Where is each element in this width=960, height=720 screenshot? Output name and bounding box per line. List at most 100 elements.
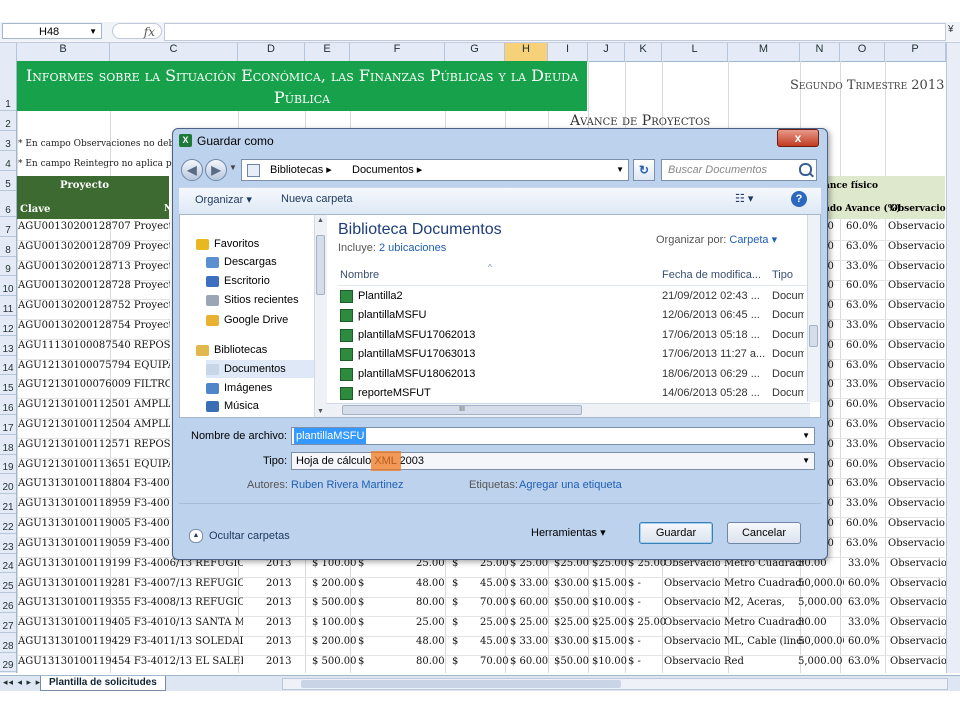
row-header[interactable]: 21 [0,494,16,514]
row-header[interactable]: 29 [0,653,16,673]
nav-item-favoritos[interactable]: Favoritos [196,235,326,253]
address-bar[interactable]: Bibliotecas ▸ Documentos ▸ ▼ [241,159,629,181]
row-header[interactable]: 10 [0,276,16,297]
column-name[interactable]: Nombre [340,269,379,281]
column-date[interactable]: Fecha de modifica... [662,269,761,281]
nav-item-descargas[interactable]: Descargas [206,253,326,271]
forward-arrow-icon[interactable]: ▶ [205,159,227,181]
column-header[interactable]: G [445,43,505,61]
column-header[interactable]: B [17,43,110,61]
row-header[interactable]: 3 [0,131,16,151]
nav-item-bibliotecas[interactable]: Bibliotecas [196,341,326,359]
scroll-thumb[interactable] [809,325,818,347]
column-header[interactable]: P [885,43,946,61]
scroll-thumb[interactable]: III [342,405,582,415]
row-header[interactable]: 6 [0,191,16,217]
help-icon[interactable]: ? [791,191,807,207]
file-row[interactable]: plantillaMSFU17062013 17/06/2013 05:18 ..… [338,326,808,345]
filename-input[interactable]: plantillaMSFU ▼ [291,427,815,445]
row-header[interactable]: 8 [0,237,16,257]
refresh-icon[interactable]: ↻ [633,159,655,181]
file-row[interactable]: plantillaMSFU 12/06/2013 06:45 ... Docum [338,306,808,325]
nav-scrollbar[interactable]: ▲ ▼ [314,215,327,417]
hide-folders-button[interactable]: ▲ Ocultar carpetas [189,529,290,543]
column-header[interactable]: O [840,43,885,61]
column-header[interactable]: H [505,43,548,61]
expand-formula-icon[interactable]: ¥ [948,24,958,38]
column-header[interactable]: E [305,43,350,61]
column-header[interactable]: J [588,43,625,61]
row-header[interactable]: 14 [0,356,16,376]
nav-item-google-drive[interactable]: Google Drive [206,311,326,329]
row-header[interactable]: 20 [0,474,16,495]
column-header[interactable]: F [350,43,445,61]
view-options-icon[interactable]: ☷ ▾ [735,192,753,205]
tools-button[interactable]: Herramientas ▾ [531,526,606,539]
chevron-down-icon[interactable]: ▼ [802,428,810,444]
search-icon[interactable] [799,163,812,176]
row-header[interactable]: 17 [0,415,16,435]
authors-value[interactable]: Ruben Rivera Martinez [291,479,404,491]
file-list-hscrollbar[interactable]: III [326,403,810,417]
scroll-up-icon[interactable]: ▲ [317,217,324,224]
nav-item-sitios-recientes[interactable]: Sitios recientes [206,291,326,309]
column-header[interactable] [0,43,17,61]
file-row[interactable]: plantillaMSFU17063013 17/06/2013 11:27 a.… [338,345,808,364]
column-header[interactable]: M [728,43,800,61]
row-header[interactable]: 12 [0,316,16,336]
chevron-down-icon[interactable]: ▼ [802,453,810,469]
row-header[interactable]: 19 [0,455,16,475]
scroll-thumb[interactable] [301,680,621,688]
nav-item-imágenes[interactable]: Imágenes [206,379,326,397]
formula-input[interactable] [164,23,946,41]
scroll-thumb[interactable] [316,235,325,295]
organize-button[interactable]: Organizar ▾ [195,193,252,206]
column-header[interactable]: I [548,43,588,61]
vertical-scrollbar[interactable] [946,43,960,673]
scroll-down-icon[interactable]: ▼ [317,408,324,415]
chevron-down-icon[interactable]: ▼ [89,24,97,40]
row-header[interactable]: 28 [0,633,16,653]
breadcrumb-documentos[interactable]: Documentos ▸ [352,160,422,180]
breadcrumb-bibliotecas[interactable]: Bibliotecas ▸ [270,160,332,180]
sheet-tab[interactable]: Plantilla de solicitudes [40,676,166,691]
recent-locations-chevron-icon[interactable]: ▼ [229,163,237,172]
column-type[interactable]: Tipo [772,269,793,281]
nav-item-música[interactable]: Música [206,397,326,415]
organize-by-dropdown[interactable]: Carpeta ▾ [729,234,777,246]
tags-value[interactable]: Agregar una etiqueta [519,479,622,491]
new-folder-button[interactable]: Nueva carpeta [281,193,353,205]
nav-item-documentos[interactable]: Documentos [206,360,326,378]
row-header[interactable]: 11 [0,296,16,316]
column-header[interactable]: K [625,43,662,61]
column-header[interactable]: C [110,43,238,61]
row-header[interactable]: 13 [0,336,16,356]
file-list-scrollbar[interactable] [807,215,820,402]
row-header[interactable]: 27 [0,613,16,633]
column-header[interactable]: D [238,43,305,61]
row-header[interactable]: 9 [0,257,16,277]
row-header[interactable]: 26 [0,593,16,613]
row-header[interactable]: 1 [0,61,16,111]
search-input[interactable]: Buscar Documentos [661,159,817,181]
file-row[interactable]: reporteMSFUT 14/06/2013 05:28 ... Docum [338,384,808,403]
nav-item-escritorio[interactable]: Escritorio [206,272,326,290]
cancel-button[interactable]: Cancelar [727,522,801,544]
function-icon[interactable]: fx [112,23,162,39]
name-box[interactable]: H48 ▼ [2,23,102,39]
back-arrow-icon[interactable]: ◀ [181,159,203,181]
row-header[interactable]: 16 [0,395,16,415]
row-header[interactable]: 25 [0,573,16,594]
row-header[interactable]: 22 [0,514,16,534]
includes-link[interactable]: 2 ubicaciones [379,242,446,254]
chevron-down-icon[interactable]: ▼ [616,160,624,180]
row-header[interactable]: 23 [0,534,16,554]
column-header[interactable]: N [800,43,840,61]
row-header[interactable]: 2 [0,111,16,131]
row-header[interactable]: 7 [0,217,16,237]
file-row[interactable]: plantillaMSFU18062013 18/06/2013 06:29 ..… [338,365,808,384]
row-header[interactable]: 5 [0,171,16,191]
row-header[interactable]: 4 [0,151,16,171]
horizontal-scrollbar[interactable] [282,678,948,690]
file-row[interactable]: Plantilla2 21/09/2012 02:43 ... Docum [338,287,808,306]
